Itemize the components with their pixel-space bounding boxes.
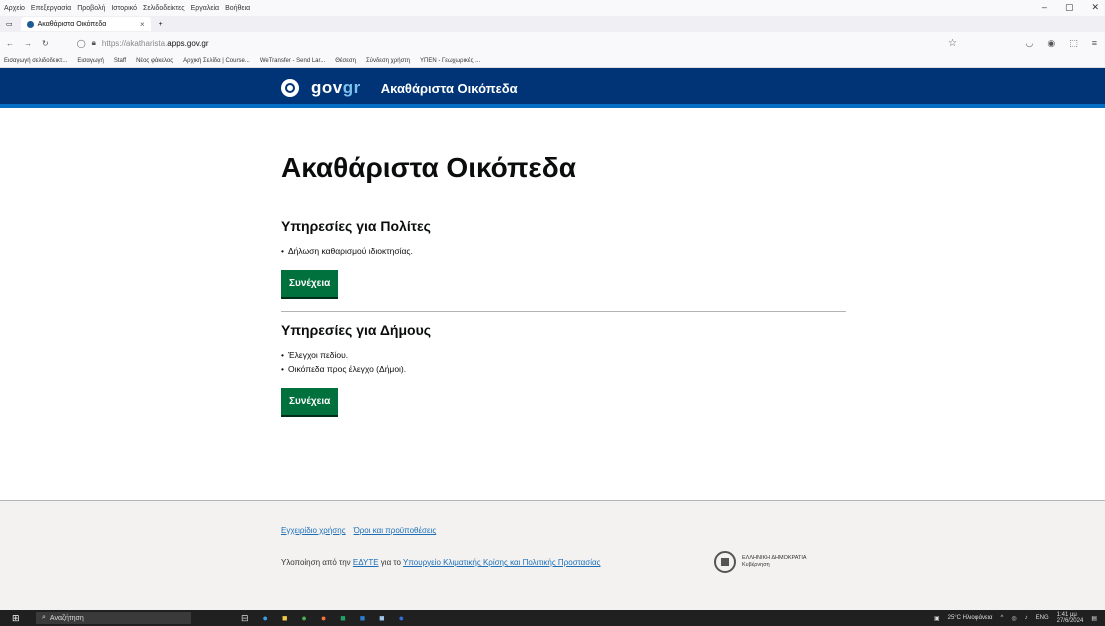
file-explorer-icon[interactable]: ■ bbox=[282, 613, 287, 624]
app-icon[interactable]: ● bbox=[399, 613, 404, 624]
reload-icon[interactable]: ↻ bbox=[42, 39, 49, 48]
lock-icon: 🔒︎ bbox=[91, 38, 96, 47]
edyte-link[interactable]: ΕΔΥΤΕ bbox=[353, 558, 379, 567]
citizens-continue-button[interactable]: Συνέχεια bbox=[281, 270, 339, 297]
list-item: Δήλωση καθαρισμού ιδιοκτησίας. bbox=[281, 246, 846, 256]
site-header: govgr Ακαθάριστα Οικόπεδα bbox=[0, 68, 1105, 108]
maximize-icon[interactable]: ▢ bbox=[1065, 2, 1074, 13]
notepad-icon[interactable]: ■ bbox=[379, 613, 384, 624]
bookmark-item[interactable]: ΥΠΕΝ - Γεωχωρικές ... bbox=[420, 58, 480, 64]
credit-text: Υλοποίηση από την ΕΔΥΤΕ για το Υπουργείο… bbox=[281, 558, 601, 567]
site-favicon-icon bbox=[26, 20, 34, 28]
citizens-list: Δήλωση καθαρισμού ιδιοκτησίας. bbox=[281, 246, 846, 256]
new-tab-icon[interactable]: + bbox=[159, 21, 163, 28]
firefox-icon[interactable]: ● bbox=[321, 613, 326, 624]
service-name[interactable]: Ακαθάριστα Οικόπεδα bbox=[381, 81, 518, 96]
terms-link[interactable]: Όροι και προϋποθέσεις bbox=[354, 526, 437, 535]
municipalities-heading: Υπηρεσίες για Δήμους bbox=[281, 322, 432, 338]
weather-icon[interactable]: ▣ bbox=[934, 615, 940, 622]
bookmark-item[interactable]: Θέσεση bbox=[335, 58, 356, 64]
main-content: Ακαθάριστα Οικόπεδα Υπηρεσίες για Πολίτε… bbox=[281, 152, 846, 415]
menu-icon[interactable]: ≡ bbox=[1092, 38, 1097, 49]
minimize-icon[interactable]: – bbox=[1042, 2, 1047, 13]
bookmark-item[interactable]: Αρχική Σελίδα | Course... bbox=[183, 58, 250, 64]
extensions-icon[interactable]: ⬚ bbox=[1069, 38, 1078, 49]
clock[interactable]: 1:41 μμ 27/6/2024 bbox=[1057, 612, 1084, 624]
tab-list-icon[interactable]: ▭ bbox=[6, 20, 13, 28]
list-item: Οικόπεδα προς έλεγχο (Δήμοι). bbox=[281, 364, 846, 374]
citizens-heading: Υπηρεσίες για Πολίτες bbox=[281, 218, 431, 234]
bookmark-star-icon[interactable]: ☆ bbox=[948, 38, 957, 49]
menu-file[interactable]: Αρχείο bbox=[4, 5, 25, 12]
chrome-icon[interactable]: ● bbox=[301, 613, 306, 624]
menu-history[interactable]: Ιστορικό bbox=[111, 5, 137, 12]
bookmark-item[interactable]: Σύνδεση χρήστη bbox=[366, 58, 410, 64]
ministry-link[interactable]: Υπουργείο Κλιματικής Κρίσης και Πολιτική… bbox=[403, 558, 601, 567]
bookmark-item[interactable]: Εισαγωγή bbox=[77, 58, 104, 64]
tab-active[interactable]: Ακαθάριστα Οικόπεδα × bbox=[20, 17, 151, 31]
navigation-bar: ← → ↻ ◯ 🔒︎ https://akatharista.apps.gov.… bbox=[0, 32, 1105, 54]
hellenic-republic-logo: ΕΛΛΗΝΙΚΗ ΔΗΜΟΚΡΑΤΙΑ Κυβέρνηση bbox=[714, 551, 807, 573]
govgr-emblem-icon bbox=[281, 79, 299, 97]
network-icon[interactable]: ◎ bbox=[1011, 615, 1016, 622]
tab-bar: ▭ Ακαθάριστα Οικόπεδα × + bbox=[0, 16, 1105, 32]
menu-tools[interactable]: Εργαλεία bbox=[191, 5, 219, 12]
page-title: Ακαθάριστα Οικόπεδα bbox=[281, 152, 576, 183]
emblem-line2: Κυβέρνηση bbox=[742, 562, 770, 568]
close-icon[interactable]: ✕ bbox=[1091, 2, 1099, 13]
taskbar-search[interactable]: ⌕ Αναζήτηση bbox=[36, 612, 191, 624]
notifications-icon[interactable]: ▤ bbox=[1091, 615, 1097, 622]
url-text: https://akatharista.apps.gov.gr bbox=[101, 38, 209, 48]
divider bbox=[281, 311, 846, 312]
govgr-logo[interactable]: govgr bbox=[311, 78, 361, 98]
emblem-line1: ΕΛΛΗΝΙΚΗ ΔΗΜΟΚΡΑΤΙΑ bbox=[742, 555, 807, 561]
tab-close-icon[interactable]: × bbox=[140, 20, 145, 29]
browser-menubar: Αρχείο Επεξεργασία Προβολή Ιστορικό Σελι… bbox=[0, 0, 1105, 16]
tab-title: Ακαθάριστα Οικόπεδα bbox=[37, 20, 107, 28]
bookmark-item[interactable]: Νέος φάκελος bbox=[136, 58, 173, 64]
menu-help[interactable]: Βοήθεια bbox=[225, 5, 250, 12]
municipalities-continue-button[interactable]: Συνέχεια bbox=[281, 388, 339, 415]
list-item: Έλεγχοι πεδίου. bbox=[281, 350, 846, 360]
back-icon[interactable]: ← bbox=[6, 39, 14, 48]
menu-edit[interactable]: Επεξεργασία bbox=[31, 5, 71, 12]
shield-icon: ◯ bbox=[76, 38, 86, 48]
account-icon[interactable]: ◉ bbox=[1047, 38, 1055, 49]
bookmark-item[interactable]: Εισαγωγή σελιδοδεικτ... bbox=[4, 58, 67, 64]
windows-start-icon[interactable]: ⊞ bbox=[12, 613, 26, 624]
pocket-icon[interactable]: ◡ bbox=[1026, 38, 1034, 49]
windows-taskbar: ⊞ ⌕ Αναζήτηση ⊟ ● ■ ● ● ■ ■ ■ ● ▣ 25°C Η… bbox=[0, 610, 1105, 626]
task-view-icon[interactable]: ⊟ bbox=[241, 613, 249, 624]
weather-text[interactable]: 25°C Ηλιοφάνεια bbox=[948, 615, 993, 621]
search-placeholder: Αναζήτηση bbox=[49, 614, 84, 622]
bookmark-item[interactable]: WeTransfer - Send Lar... bbox=[260, 58, 325, 64]
bookmarks-bar: Εισαγωγή σελιδοδεικτ... Εισαγωγή Staff Ν… bbox=[0, 54, 1105, 68]
word-icon[interactable]: ■ bbox=[360, 613, 365, 624]
menu-view[interactable]: Προβολή bbox=[77, 5, 105, 12]
manual-link[interactable]: Εγχειρίδιο χρήσης bbox=[281, 526, 346, 535]
address-bar[interactable]: ◯ 🔒︎ https://akatharista.apps.gov.gr bbox=[77, 38, 209, 48]
volume-icon[interactable]: ♪ bbox=[1025, 615, 1028, 621]
excel-icon[interactable]: ■ bbox=[340, 613, 345, 624]
forward-icon[interactable]: → bbox=[24, 39, 32, 48]
language-indicator[interactable]: ENG bbox=[1036, 615, 1049, 621]
coat-of-arms-icon bbox=[714, 551, 736, 573]
site-footer: Εγχειρίδιο χρήσης Όροι και προϋποθέσεις … bbox=[0, 500, 1105, 610]
menu-bookmarks[interactable]: Σελιδοδείκτες bbox=[143, 5, 185, 12]
municipalities-list: Έλεγχοι πεδίου. Οικόπεδα προς έλεγχο (Δή… bbox=[281, 350, 846, 374]
search-icon: ⌕ bbox=[42, 614, 46, 621]
bookmark-item[interactable]: Staff bbox=[114, 58, 126, 64]
chevron-up-icon[interactable]: ^ bbox=[1001, 615, 1004, 621]
edge-icon[interactable]: ● bbox=[263, 613, 268, 624]
